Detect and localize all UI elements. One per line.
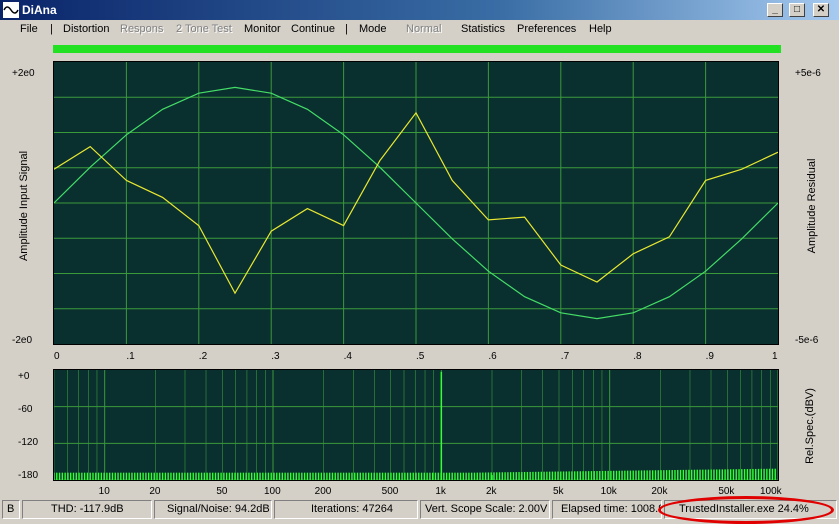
- spectrum-y-title: Rel.Spec.(dBV): [804, 388, 816, 464]
- scope-x-tick-label: .5: [416, 351, 425, 362]
- scope-x-tick-label: .4: [343, 351, 352, 362]
- scope-right-top-label: +5e-6: [795, 68, 821, 79]
- scope-x-tick-label: .9: [705, 351, 714, 362]
- highlight-ellipse: [658, 496, 834, 524]
- app-icon: [3, 2, 19, 18]
- spectrum-y-tick-label: -180: [18, 470, 39, 481]
- spectrum-y-tick-label: -120: [18, 437, 39, 448]
- menu-distortion[interactable]: Distortion: [63, 23, 109, 35]
- status-b: B: [2, 500, 20, 519]
- scope-x-tick-label: .3: [271, 351, 280, 362]
- window-title: DiAna: [22, 3, 57, 17]
- scope-plot: [53, 61, 779, 345]
- menu-respons[interactable]: Respons: [120, 23, 163, 35]
- scope-x-tick-label: .7: [560, 351, 570, 362]
- menu-file[interactable]: File: [20, 23, 38, 35]
- spectrum-plot: [53, 369, 779, 481]
- scope-x-tick-label: .1: [126, 351, 135, 362]
- scope-left-top-label: +2e0: [12, 68, 35, 79]
- maximize-button[interactable]: □: [789, 3, 805, 17]
- spectrum-x-tick-label: 100: [264, 486, 281, 497]
- status-elapsed: Elapsed time: 1008.9: [552, 500, 662, 519]
- spectrum-x-tick-label: 50: [216, 486, 228, 497]
- status-iterations: Iterations: 47264: [274, 500, 418, 519]
- menu-separator: |: [345, 23, 348, 35]
- scope-left-title: Amplitude Input Signal: [18, 150, 30, 262]
- menu-monitor[interactable]: Monitor: [244, 23, 281, 35]
- scope-chart: [53, 62, 779, 344]
- scope-left-bottom-label: -2e0: [12, 335, 33, 346]
- spectrum-x-tick-label: 20k: [651, 486, 668, 497]
- status-scope-scale: Vert. Scope Scale: 2.00V: [420, 500, 550, 519]
- menu-continue[interactable]: Continue: [291, 23, 335, 35]
- spectrum-x-tick-label: 20: [149, 486, 161, 497]
- menu-bar: File | Distortion Respons 2 Tone Test Mo…: [0, 20, 839, 39]
- spectrum-x-tick-label: 10: [98, 486, 110, 497]
- menu-mode[interactable]: Mode: [359, 23, 387, 35]
- scope-x-tick-label: .6: [488, 351, 497, 362]
- spectrum-x-tick-label: 1k: [435, 486, 446, 497]
- scope-right-bottom-label: -5e-6: [795, 335, 819, 346]
- menu-preferences[interactable]: Preferences: [517, 23, 576, 35]
- spectrum-y-tick-label: +0: [18, 371, 30, 382]
- scope-x-tick-label: 0: [54, 351, 60, 362]
- scope-right-title: Amplitude Residual: [806, 158, 818, 254]
- spectrum-x-tick-label: 200: [314, 486, 332, 497]
- spectrum-x-tick-label: 5k: [552, 486, 564, 497]
- spectrum-x-tick-label: 10k: [600, 486, 617, 497]
- menu-2-tone-test[interactable]: 2 Tone Test: [176, 23, 232, 35]
- menu-statistics[interactable]: Statistics: [461, 23, 505, 35]
- close-button[interactable]: ✕: [813, 3, 829, 17]
- minimize-button[interactable]: _: [767, 3, 783, 17]
- spectrum-x-tick-label: 2k: [486, 486, 497, 497]
- scope-x-tick-label: 1: [772, 351, 778, 362]
- status-snr: Signal/Noise: 94.2dB: [154, 500, 272, 519]
- scope-x-tick-label: .8: [633, 351, 642, 362]
- progress-bar: [53, 45, 781, 53]
- spectrum-x-tick-label: 500: [381, 486, 399, 497]
- menu-separator: |: [50, 23, 53, 35]
- menu-normal[interactable]: Normal: [406, 23, 441, 35]
- scope-x-tick-label: .2: [198, 351, 208, 362]
- spectrum-chart: [53, 370, 779, 481]
- status-thd: THD: -117.9dB: [22, 500, 152, 519]
- title-bar: DiAna _ □ ✕: [0, 0, 839, 20]
- menu-help[interactable]: Help: [589, 23, 612, 35]
- spectrum-y-tick-label: -60: [18, 404, 33, 415]
